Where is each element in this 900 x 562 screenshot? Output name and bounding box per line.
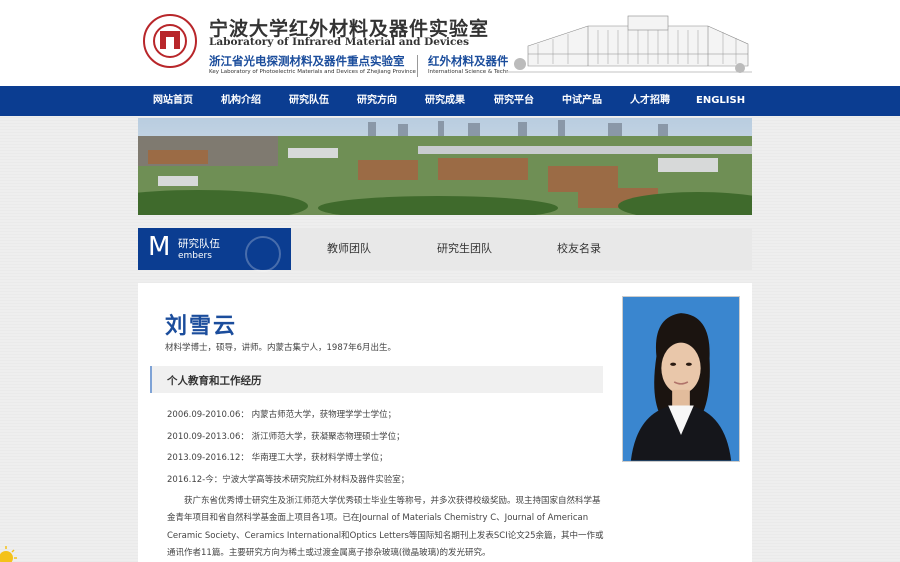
section-subnav: M 研究队伍 embers 教师团队 研究生团队 校友名录 xyxy=(138,228,752,272)
profile-photo xyxy=(622,296,740,462)
section-title: 研究队伍 xyxy=(178,238,220,250)
watermark-seal-icon xyxy=(245,236,281,272)
subnav-item-graduate-students[interactable]: 研究生团队 xyxy=(437,228,492,270)
person-name: 刘雪云 xyxy=(165,314,238,339)
education-heading: 个人教育和工作经历 xyxy=(167,375,262,387)
key-lab-title-english: Key Laboratory of Photoelectric Material… xyxy=(209,69,416,75)
university-logo[interactable] xyxy=(143,14,197,68)
section-title-box: M 研究队伍 embers xyxy=(138,228,291,272)
site-title-english: Laboratory of Infrared Material and Devi… xyxy=(209,36,470,48)
section-letter: M xyxy=(148,232,171,262)
campus-banner-image xyxy=(138,118,752,215)
biography-text: 获广东省优秀博士研究生及浙江师范大学优秀硕士毕业生等称号，并多次获得校级奖励。现… xyxy=(167,496,604,558)
timeline-item: 2016.12-今：宁波大学高等技术研究院红外材料及器件实验室； xyxy=(167,475,410,485)
nav-item-products[interactable]: 中试产品 xyxy=(562,86,602,116)
person-intro: 材料学博士，硕导，讲师。内蒙古集宁人，1987年6月出生。 xyxy=(165,343,397,353)
timeline-item: 2013.09-2016.12： 华南理工大学，获材料学博士学位； xyxy=(167,453,388,463)
nav-item-platform[interactable]: 研究平台 xyxy=(494,86,534,116)
header-divider xyxy=(417,55,418,77)
nav-item-about[interactable]: 机构介绍 xyxy=(221,86,261,116)
nav-item-english[interactable]: ENGLISH xyxy=(696,86,745,116)
sun-decoration-icon xyxy=(0,546,17,562)
key-lab-title: 浙江省光电探测材料及器件重点实验室 xyxy=(209,54,405,68)
timeline-item: 2010.09-2013.06： 浙江师范大学，获凝聚态物理硕士学位； xyxy=(167,432,405,442)
nav-item-research-directions[interactable]: 研究方向 xyxy=(357,86,397,116)
nav-item-results[interactable]: 研究成果 xyxy=(425,86,465,116)
logo-gate-icon xyxy=(160,31,180,49)
subnav-item-faculty[interactable]: 教师团队 xyxy=(327,228,371,270)
nav-item-recruitment[interactable]: 人才招聘 xyxy=(630,86,670,116)
site-header: 宁波大学红外材料及器件实验室 Laboratory of Infrared Ma… xyxy=(0,0,900,86)
main-nav: 网站首页 机构介绍 研究队伍 研究方向 研究成果 研究平台 中试产品 人才招聘 … xyxy=(0,86,900,116)
section-title-english: embers xyxy=(178,251,212,261)
section-heading-bar: 个人教育和工作经历 xyxy=(150,366,603,393)
building-sketch-illustration xyxy=(508,6,752,82)
profile-content: 刘雪云 材料学博士，硕导，讲师。内蒙古集宁人，1987年6月出生。 个人教育和工… xyxy=(138,283,752,562)
subnav-item-alumni[interactable]: 校友名录 xyxy=(557,228,601,270)
nav-item-team[interactable]: 研究队伍 xyxy=(289,86,329,116)
nav-item-home[interactable]: 网站首页 xyxy=(153,86,193,116)
timeline-item: 2006.09-2010.06： 内蒙古师范大学，获物理学学士学位； xyxy=(167,410,397,420)
